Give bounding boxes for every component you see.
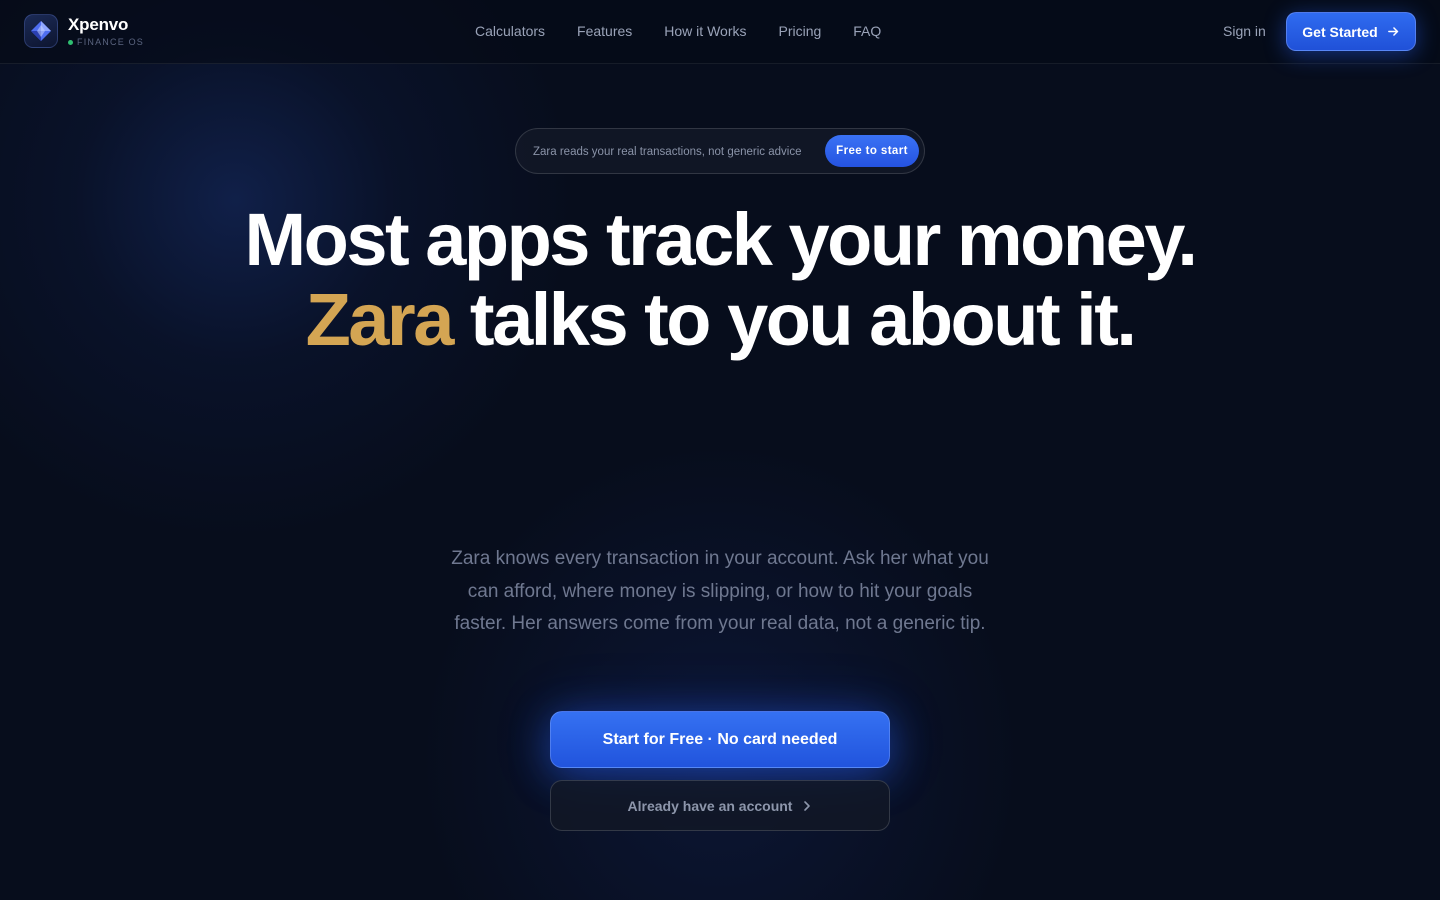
nav-link-how-it-works[interactable]: How it Works — [664, 22, 746, 40]
nav-link-features[interactable]: Features — [577, 22, 632, 40]
start-for-free-button[interactable]: Start for Free · No card needed — [550, 711, 890, 768]
brand-subtitle: FINANCE OS — [68, 37, 144, 47]
get-started-label: Get Started — [1302, 23, 1378, 40]
badge-text: Zara reads your real transactions, not g… — [533, 146, 802, 158]
brand-text: Xpenvo FINANCE OS — [68, 15, 144, 47]
hero-subtext: Zara knows every transaction in your acc… — [451, 548, 989, 634]
nav-links: Calculators Features How it Works Pricin… — [475, 22, 913, 40]
already-have-account-label: Already have an account — [627, 797, 793, 814]
sign-in-link[interactable]: Sign in — [1223, 22, 1266, 40]
headline-line-1: Most apps track your money. — [244, 198, 1198, 281]
announcement-badge: Zara reads your real transactions, not g… — [515, 128, 925, 174]
chevron-right-icon — [802, 800, 812, 812]
brand-tag: FINANCE OS — [77, 37, 145, 47]
hero-headline: Most apps track your money. Zara talks t… — [220, 200, 1220, 360]
already-have-account-button[interactable]: Already have an account — [550, 780, 890, 831]
start-for-free-label: Start for Free · No card needed — [602, 730, 838, 748]
headline-line-2: talks to you about it. — [451, 278, 1137, 361]
diamond-logo-icon — [24, 14, 58, 48]
brand-name: Xpenvo — [68, 15, 129, 34]
get-started-button[interactable]: Get Started — [1286, 12, 1416, 51]
top-navbar: Xpenvo FINANCE OS Calculators Features H… — [0, 0, 1440, 64]
status-dot-icon — [68, 39, 73, 45]
nav-link-faq[interactable]: FAQ — [853, 22, 881, 40]
nav-link-pricing[interactable]: Pricing — [778, 22, 821, 40]
arrow-right-icon — [1387, 25, 1400, 38]
brand[interactable]: Xpenvo FINANCE OS — [24, 14, 144, 48]
free-to-start-button[interactable]: Free to start — [825, 135, 919, 167]
headline-accent-zara: Zara — [305, 278, 455, 361]
nav-link-calculators[interactable]: Calculators — [475, 22, 545, 40]
